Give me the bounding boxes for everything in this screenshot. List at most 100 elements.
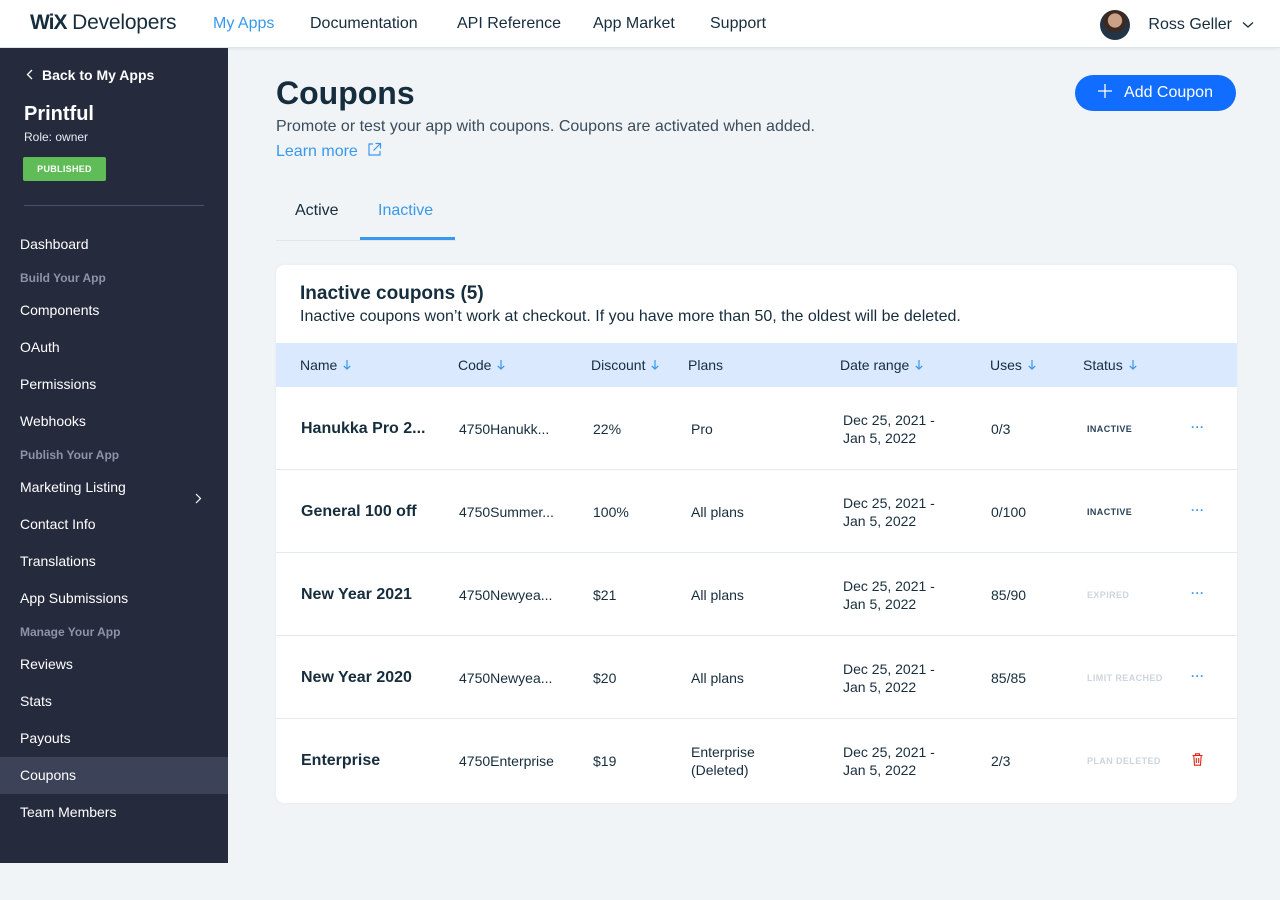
coupon-uses: 2/3 — [991, 753, 1011, 769]
sidebar: Back to My Apps Printful Role: owner PUB… — [0, 48, 228, 863]
coupons-card: Inactive coupons (5) Inactive coupons wo… — [276, 265, 1237, 803]
sidebar-item-stats[interactable]: Stats — [0, 683, 228, 720]
trash-icon[interactable] — [1192, 753, 1203, 771]
coupon-date-range: Dec 25, 2021 - Jan 5, 2022 — [843, 744, 935, 778]
coupon-discount: $20 — [593, 670, 617, 686]
sidebar-item-oauth[interactable]: OAuth — [0, 329, 228, 366]
more-actions-icon[interactable]: ··· — [1191, 586, 1205, 600]
coupon-name: New Year 2021 — [301, 586, 412, 603]
back-label: Back to My Apps — [42, 67, 155, 83]
column-header-date-range[interactable]: Date range — [840, 343, 923, 387]
back-to-my-apps-link[interactable]: Back to My Apps — [26, 67, 154, 83]
sidebar-item-marketing-listing[interactable]: Marketing Listing — [0, 469, 228, 506]
coupon-date-range: Dec 25, 2021 - Jan 5, 2022 — [843, 578, 935, 612]
status-badge: LIMIT REACHED — [1087, 673, 1163, 683]
coupon-name: Hanukka Pro 2... — [301, 420, 426, 437]
sidebar-item-app-submissions[interactable]: App Submissions — [0, 580, 228, 617]
coupon-uses: 85/90 — [991, 587, 1027, 603]
sidebar-divider — [24, 205, 204, 206]
table-row[interactable]: Hanukka Pro 2... 4750Hanukk... 22% Pro D… — [276, 387, 1237, 470]
status-badge: PUBLISHED — [23, 157, 106, 181]
table-row[interactable]: Enterprise 4750Enterprise $19 Enterprise… — [276, 719, 1237, 802]
top-bar: WiX Developers My Apps Documentation API… — [0, 0, 1280, 48]
coupon-discount: $21 — [593, 587, 617, 603]
sort-arrow-icon — [1022, 344, 1036, 387]
coupon-discount: $19 — [593, 753, 617, 769]
sidebar-item-coupons[interactable]: Coupons — [0, 757, 228, 794]
coupon-tabs: Active Inactive — [276, 196, 1236, 241]
status-badge: PLAN DELETED — [1087, 756, 1161, 766]
coupon-uses: 0/3 — [991, 421, 1011, 437]
user-menu[interactable]: Ross Geller — [1100, 10, 1254, 40]
sidebar-item-translations[interactable]: Translations — [0, 543, 228, 580]
external-link-icon — [358, 142, 382, 162]
sidebar-item-contact-info[interactable]: Contact Info — [0, 506, 228, 543]
status-badge: INACTIVE — [1087, 507, 1133, 517]
avatar[interactable] — [1100, 10, 1131, 40]
tab-inactive[interactable]: Inactive — [378, 196, 433, 241]
column-header-name[interactable]: Name — [300, 343, 351, 387]
more-actions-icon[interactable]: ··· — [1191, 503, 1205, 517]
chevron-down-icon[interactable] — [1242, 16, 1254, 34]
nav-api-reference[interactable]: API Reference — [457, 15, 561, 33]
nav-app-market[interactable]: App Market — [593, 15, 675, 33]
nav-my-apps[interactable]: My Apps — [213, 15, 274, 33]
sidebar-item-team-members[interactable]: Team Members — [0, 794, 228, 831]
sidebar-item-webhooks[interactable]: Webhooks — [0, 403, 228, 440]
coupon-name: New Year 2020 — [301, 669, 412, 686]
sidebar-item-payouts[interactable]: Payouts — [0, 720, 228, 757]
table-row[interactable]: New Year 2021 4750Newyea... $21 All plan… — [276, 553, 1237, 636]
coupon-date-range: Dec 25, 2021 - Jan 5, 2022 — [843, 661, 935, 695]
coupon-plans: All plans — [691, 670, 744, 686]
user-name[interactable]: Ross Geller — [1148, 16, 1232, 34]
status-badge: INACTIVE — [1087, 424, 1133, 434]
more-actions-icon[interactable]: ··· — [1191, 420, 1205, 434]
sidebar-section-build: Build Your App — [20, 271, 106, 285]
sort-arrow-icon — [337, 344, 351, 387]
sort-arrow-icon — [1123, 344, 1137, 387]
page-title: Coupons — [276, 75, 415, 111]
learn-more-link[interactable]: Learn more — [276, 142, 382, 162]
sidebar-item-dashboard[interactable]: Dashboard — [0, 226, 228, 263]
more-actions-icon[interactable]: ··· — [1191, 669, 1205, 683]
table-header: Name Code Discount Plans Date range Uses… — [276, 343, 1237, 387]
coupon-discount: 22% — [593, 421, 622, 437]
sort-arrow-icon — [491, 344, 506, 387]
sidebar-item-reviews[interactable]: Reviews — [0, 646, 228, 683]
page-subtitle: Promote or test your app with coupons. C… — [276, 118, 815, 135]
status-badge: EXPIRED — [1087, 590, 1130, 600]
coupon-code: 4750Enterprise — [459, 753, 554, 769]
coupon-name: General 100 off — [301, 503, 417, 520]
add-coupon-button[interactable]: Add Coupon — [1075, 75, 1236, 111]
sidebar-item-components[interactable]: Components — [0, 292, 228, 329]
coupon-plans: All plans — [691, 587, 744, 603]
card-title: Inactive coupons (5) — [300, 283, 484, 304]
table-row[interactable]: New Year 2020 4750Newyea... $20 All plan… — [276, 636, 1237, 719]
chevron-left-icon — [26, 67, 42, 83]
column-header-discount[interactable]: Discount — [591, 343, 660, 387]
learn-more-label: Learn more — [276, 143, 358, 160]
column-header-plans: Plans — [688, 356, 724, 373]
wix-developers-logo[interactable]: WiX Developers — [30, 11, 177, 35]
nav-support[interactable]: Support — [710, 15, 766, 33]
tab-active[interactable]: Active — [295, 196, 339, 241]
coupon-plans: Enterprise (Deleted) — [691, 744, 755, 778]
tab-selected-indicator — [360, 237, 455, 240]
column-header-uses[interactable]: Uses — [990, 343, 1036, 387]
add-coupon-label: Add Coupon — [1124, 84, 1213, 101]
app-role: Role: owner — [24, 130, 89, 144]
coupon-plans: All plans — [691, 504, 744, 520]
coupon-code: 4750Summer... — [459, 504, 554, 520]
coupon-discount: 100% — [593, 504, 629, 520]
nav-documentation[interactable]: Documentation — [310, 15, 418, 33]
column-header-code[interactable]: Code — [458, 343, 506, 387]
table-row[interactable]: General 100 off 4750Summer... 100% All p… — [276, 470, 1237, 553]
column-header-status[interactable]: Status — [1083, 343, 1137, 387]
coupon-code: 4750Newyea... — [459, 670, 553, 686]
sort-arrow-icon — [645, 344, 660, 387]
plus-icon — [1098, 83, 1124, 103]
sidebar-item-permissions[interactable]: Permissions — [0, 366, 228, 403]
sidebar-item-label: Marketing Listing — [20, 479, 126, 495]
sort-arrow-icon — [909, 344, 923, 387]
coupon-code: 4750Hanukk... — [459, 421, 550, 437]
